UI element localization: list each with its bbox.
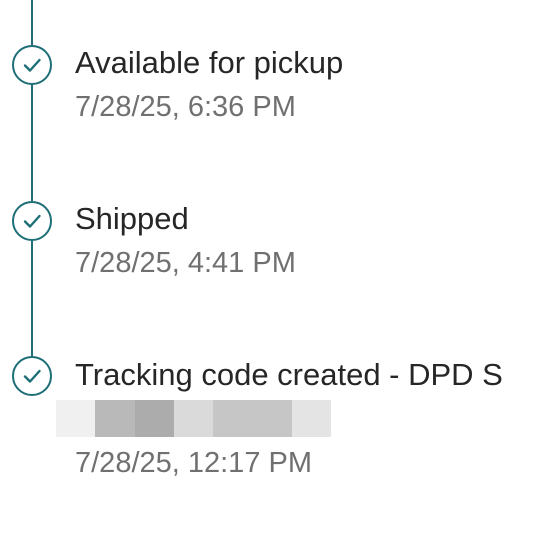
redacted-tracking-number xyxy=(56,400,331,437)
check-circle-icon xyxy=(12,201,52,241)
timeline-connector xyxy=(31,83,33,201)
check-circle-icon xyxy=(12,45,52,85)
event-timestamp: 7/28/25, 6:36 PM xyxy=(75,91,296,123)
event-title: Tracking code created - DPD S xyxy=(75,357,503,392)
timeline-connector xyxy=(31,239,33,356)
event-timestamp: 7/28/25, 4:41 PM xyxy=(75,247,296,279)
event-timestamp: 7/28/25, 12:17 PM xyxy=(75,447,312,479)
tracking-timeline: Available for pickup 7/28/25, 6:36 PM Sh… xyxy=(0,0,538,538)
check-circle-icon xyxy=(12,356,52,396)
event-title: Available for pickup xyxy=(75,45,344,80)
timeline-connector xyxy=(31,0,33,45)
event-title: Shipped xyxy=(75,201,189,236)
